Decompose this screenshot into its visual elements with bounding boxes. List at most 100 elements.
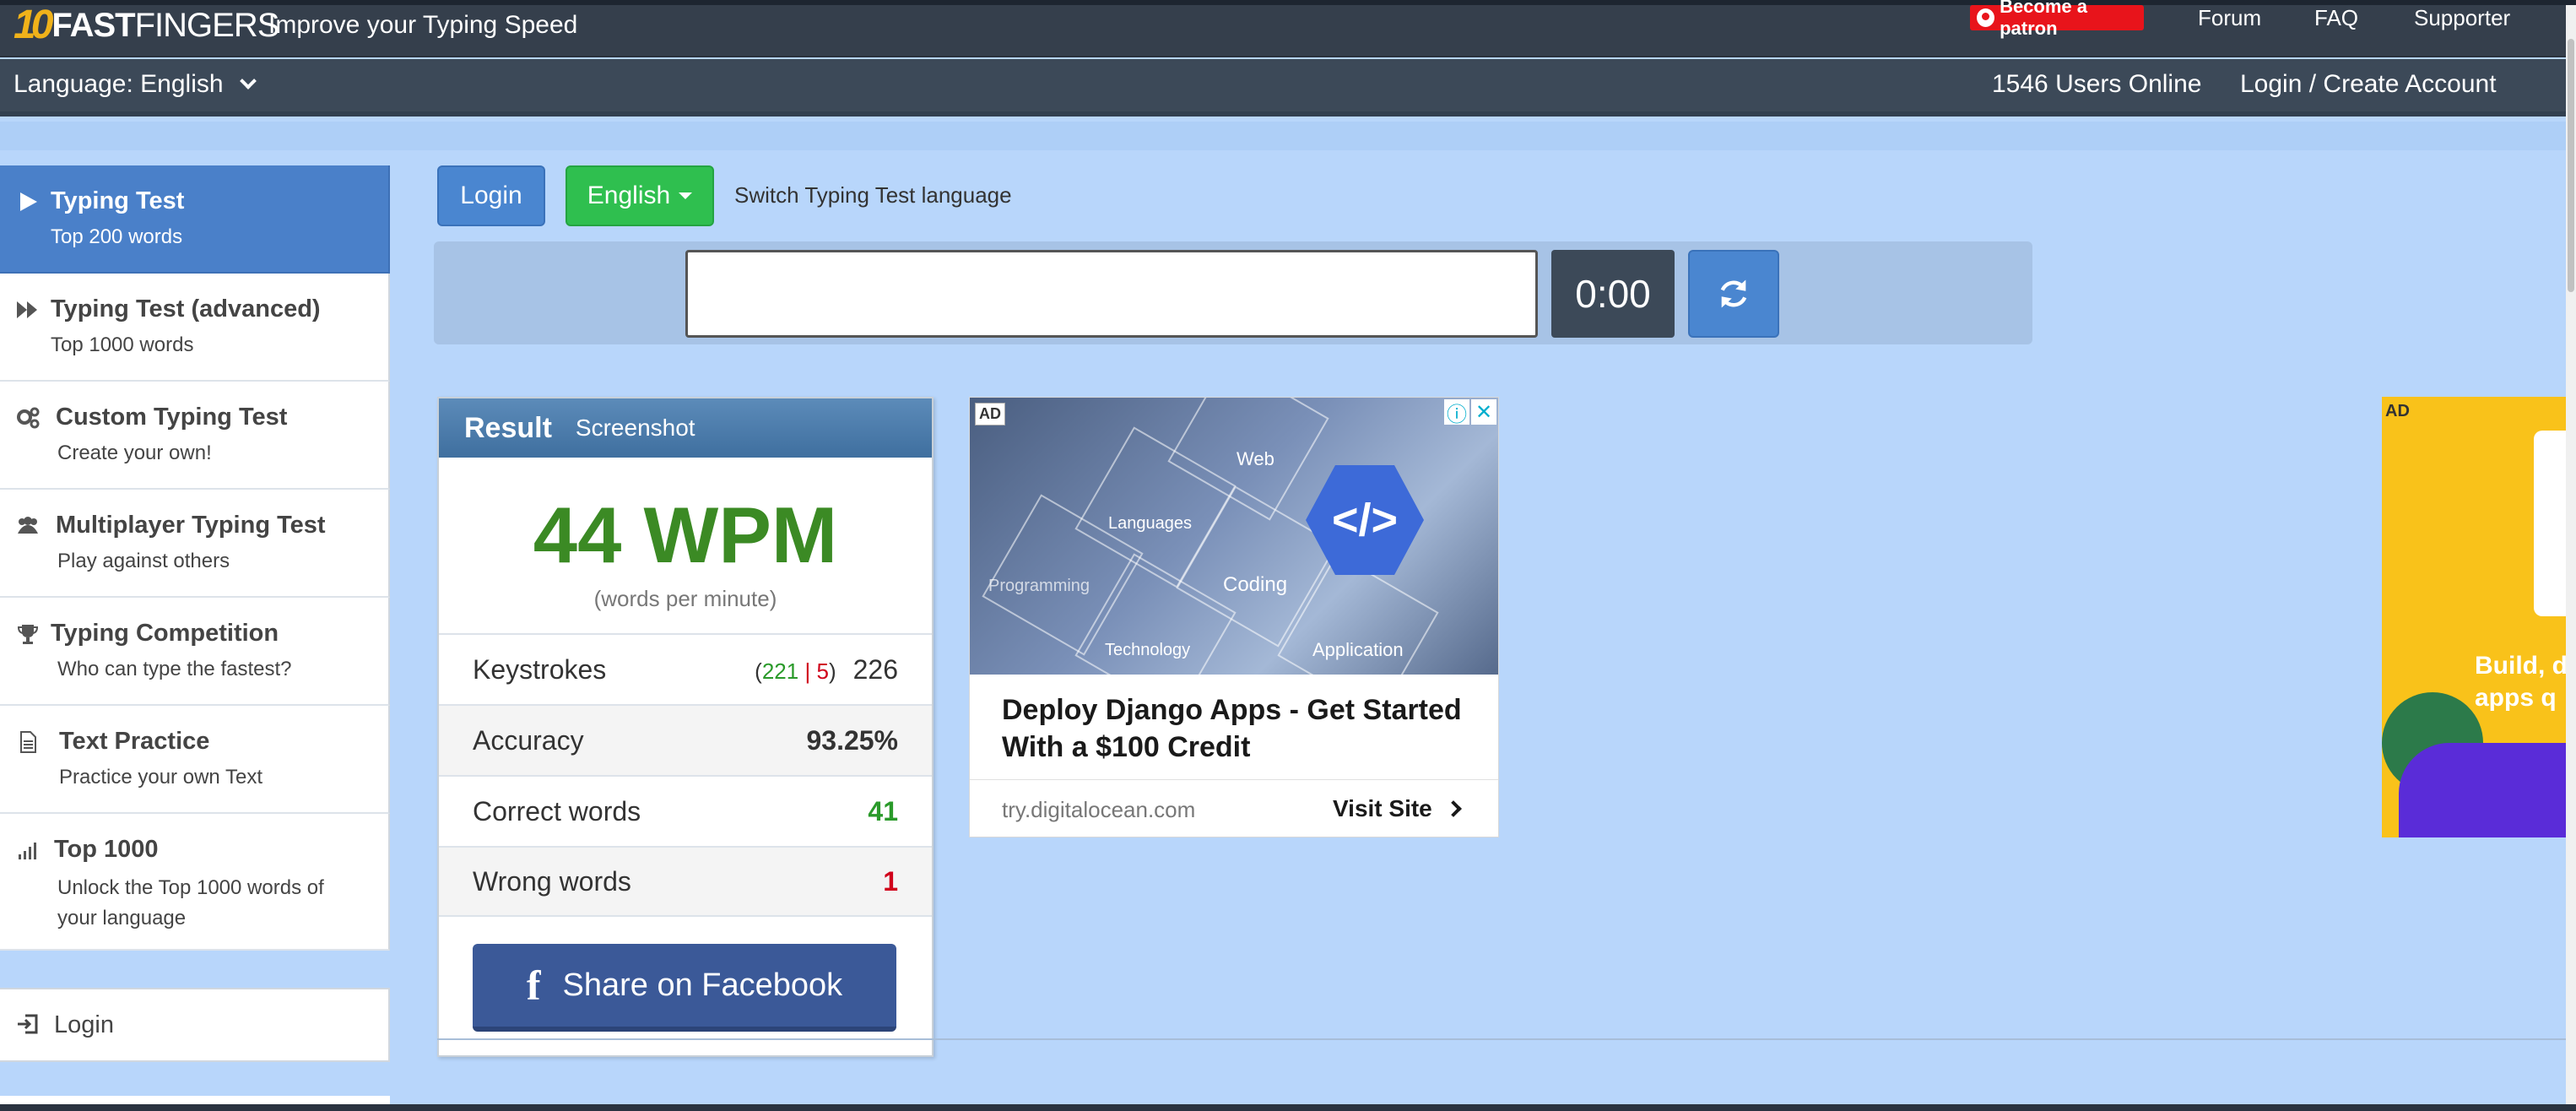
chevron-right-icon	[1444, 800, 1462, 817]
hex-label: Programming	[988, 577, 1090, 595]
ad-domain: try.digitalocean.com	[1002, 797, 1196, 822]
info-icon[interactable]: ⓘ	[1444, 399, 1469, 426]
visit-site-button[interactable]: Visit Site	[1333, 795, 1462, 822]
facebook-icon: f	[526, 962, 541, 1009]
logo-fast: FAST	[51, 6, 135, 44]
sidebar-item-multiplayer[interactable]: Multiplayer Typing Test Play against oth…	[0, 490, 390, 598]
gears-icon	[17, 407, 40, 429]
scrollbar-thumb[interactable]	[2568, 39, 2574, 292]
sidebar-item-subtitle: Who can type the fastest?	[57, 658, 292, 680]
sign-in-icon	[18, 1014, 38, 1034]
reload-button[interactable]	[1688, 250, 1779, 338]
accuracy-value: 93.25%	[806, 724, 898, 756]
correct-words-value: 41	[868, 795, 898, 826]
sidebar-item-title: Custom Typing Test	[56, 404, 288, 431]
timer: 0:00	[1551, 250, 1675, 338]
sidebar-next-item	[0, 1096, 390, 1104]
close-icon[interactable]: ✕	[1471, 399, 1496, 425]
fast-forward-icon	[17, 301, 37, 318]
sidebar: Typing Test Top 200 words Typing Test (a…	[0, 165, 390, 951]
sidebar-item-title: Top 1000	[54, 836, 159, 863]
patreon-icon	[1977, 8, 1995, 27]
result-panel: Result Screenshot 44 WPM (words per minu…	[437, 397, 934, 1057]
typing-input[interactable]	[685, 250, 1538, 338]
wrong-words-row: Wrong words 1	[439, 846, 932, 917]
trophy-icon	[17, 625, 39, 644]
signal-icon	[19, 843, 36, 859]
caret-down-icon	[679, 192, 693, 199]
advertisement[interactable]: Web Languages Coding Programming Technol…	[969, 397, 1499, 837]
sidebar-item-subtitle: Play against others	[57, 550, 230, 572]
keystrokes-correct: 221	[761, 658, 799, 684]
sidebar-item-typing-test-advanced[interactable]: Typing Test (advanced) Top 1000 words	[0, 274, 390, 382]
keystrokes-wrong: 5	[816, 658, 829, 684]
sidebar-item-subtitle: Top 1000 words	[51, 333, 194, 356]
play-icon	[20, 192, 37, 211]
sidebar-item-subtitle: Unlock the Top 1000 words of your langua…	[57, 876, 324, 929]
keystrokes-value: (221 | 5) 226	[755, 654, 898, 686]
correct-words-row: Correct words 41	[439, 775, 932, 846]
sidebar-item-title: Typing Competition	[51, 620, 279, 647]
patron-label: Become a patron	[2000, 0, 2088, 39]
logo-fingers: FINGERS	[134, 6, 280, 44]
sidebar-item-custom-typing-test[interactable]: Custom Typing Test Create your own!	[0, 382, 390, 490]
keystrokes-detail: (221 | 5)	[755, 658, 836, 684]
visit-site-label: Visit Site	[1333, 795, 1432, 821]
sidebar-item-typing-competition[interactable]: Typing Competition Who can type the fast…	[0, 598, 390, 706]
ad-text-line: Build, d	[2475, 652, 2566, 680]
sidebar-login-label: Login	[54, 1011, 114, 1038]
result-title: Result	[464, 411, 552, 444]
sidebar-item-typing-test[interactable]: Typing Test Top 200 words	[0, 165, 390, 274]
refresh-icon	[1720, 279, 1747, 308]
hex-label: Languages	[1108, 514, 1192, 533]
hex-label: Coding	[1223, 573, 1288, 596]
wrong-words-value: 1	[883, 865, 898, 897]
sidebar-item-text-practice[interactable]: Text Practice Practice your own Text	[0, 706, 390, 814]
advertisement-right[interactable]: AD Build, d apps q	[2382, 397, 2566, 837]
language-button[interactable]: English	[566, 165, 714, 226]
sidebar-item-subtitle: Practice your own Text	[59, 766, 262, 789]
users-icon	[18, 517, 38, 534]
sidebar-login[interactable]: Login	[0, 988, 390, 1062]
sidebar-item-top-1000[interactable]: Top 1000 Unlock the Top 1000 words of yo…	[0, 814, 390, 951]
ad-image: Web Languages Coding Programming Technol…	[970, 398, 1498, 675]
keystrokes-row: Keystrokes (221 | 5) 226	[439, 633, 932, 704]
sidebar-item-subtitle: Create your own!	[57, 442, 212, 464]
hex-label: Technology	[1105, 641, 1191, 659]
nav-supporter[interactable]: Supporter	[2414, 5, 2510, 30]
become-patron-button[interactable]: Become a patron	[1970, 0, 2144, 39]
hex-label: Web	[1237, 448, 1274, 469]
top-navbar: 10 FAST FINGERS Improve your Typing Spee…	[0, 0, 2566, 57]
wrong-words-label: Wrong words	[473, 865, 631, 897]
share-facebook-button[interactable]: f Share on Facebook	[473, 944, 896, 1032]
content-divider	[437, 1038, 2566, 1040]
sidebar-item-title: Multiplayer Typing Test	[56, 512, 326, 539]
secondary-navbar: Language: English 1546 Users Online Logi…	[0, 59, 2566, 117]
wpm-value: 44 WPM	[533, 490, 838, 579]
chevron-down-icon	[239, 73, 257, 89]
users-online: 1546 Users Online	[1992, 70, 2202, 98]
login-create-account-link[interactable]: Login / Create Account	[2240, 68, 2497, 101]
nav-forum[interactable]: Forum	[2198, 5, 2261, 30]
hex-label: Application	[1312, 639, 1404, 660]
keystrokes-label: Keystrokes	[473, 653, 607, 685]
ad-controls: ⓘ ✕	[1442, 399, 1496, 426]
wpm-subtitle: (words per minute)	[593, 586, 777, 611]
sidebar-item-title: Typing Test	[51, 187, 185, 214]
share-facebook-label: Share on Facebook	[562, 967, 843, 1003]
login-button[interactable]: Login	[437, 165, 545, 226]
ad-footer: try.digitalocean.com Visit Site	[970, 779, 1498, 838]
accuracy-label: Accuracy	[473, 724, 584, 756]
screenshot-link[interactable]: Screenshot	[576, 415, 695, 442]
ad-text-line: apps q	[2475, 684, 2557, 712]
scrollbar[interactable]	[2566, 5, 2576, 1104]
accuracy-row: Accuracy 93.25%	[439, 704, 932, 775]
banner-strip	[0, 122, 2566, 150]
nav-faq[interactable]: FAQ	[2314, 5, 2358, 30]
site-logo[interactable]: 10 FAST FINGERS	[14, 5, 279, 46]
ad-badge: AD	[2385, 402, 2410, 421]
result-header: Result Screenshot	[439, 398, 932, 458]
ad-headline[interactable]: Deploy Django Apps - Get Started With a …	[1002, 691, 1475, 766]
document-icon	[20, 731, 36, 753]
language-dropdown[interactable]: Language: English	[14, 68, 257, 101]
